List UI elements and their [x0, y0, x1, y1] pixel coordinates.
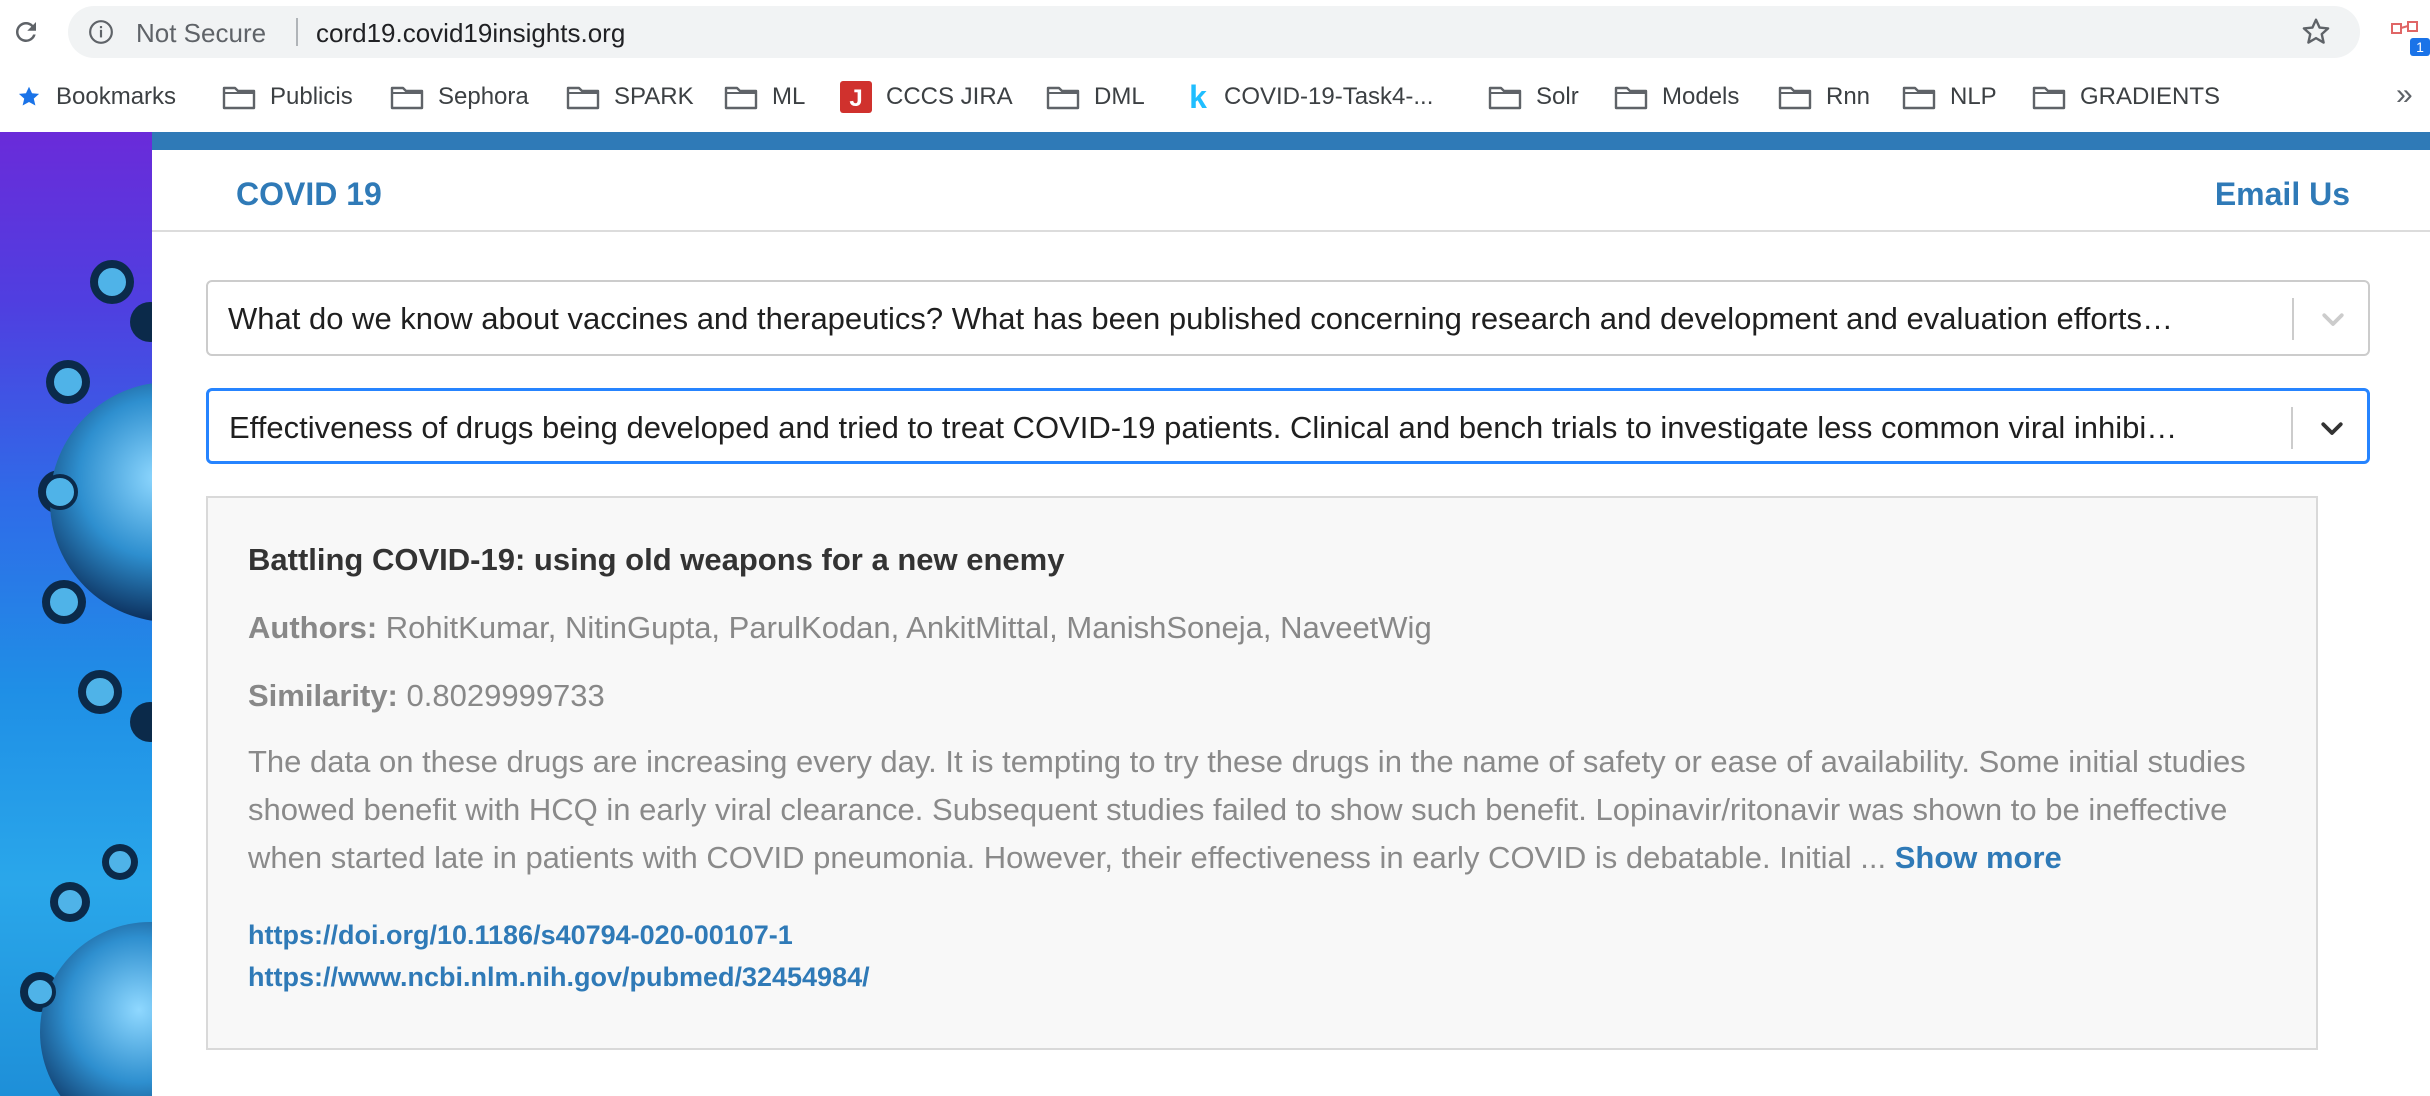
task-select[interactable]: What do we know about vaccines and thera… [206, 280, 2370, 356]
navbar: COVID 19 Email Us [152, 150, 2430, 232]
authors-label: Authors: [248, 610, 378, 645]
virus-background-image [0, 132, 152, 1096]
email-us-link[interactable]: Email Us [2215, 176, 2350, 213]
extension-icon[interactable]: 1 [2388, 14, 2430, 58]
result-card: Battling COVID-19: using old weapons for… [206, 496, 2318, 1050]
bookmark-label: CCCS JIRA [886, 83, 1013, 110]
folder-icon [566, 86, 600, 110]
subtask-select[interactable]: Effectiveness of drugs being developed a… [206, 388, 2370, 464]
folder-icon [222, 86, 256, 110]
bookmark-star-icon[interactable] [2300, 16, 2332, 48]
bookmark-label: Bookmarks [56, 83, 177, 110]
bookmark-bookmarks[interactable]: Bookmarks [16, 80, 176, 114]
doi-link[interactable]: https://doi.org/10.1186/s40794-020-00107… [248, 920, 793, 951]
bookmark-label: COVID-19-Task4-... [1224, 83, 1434, 110]
brand-link[interactable]: COVID 19 [236, 176, 382, 213]
show-more-link[interactable]: Show more [1895, 840, 2062, 875]
security-label: Not Secure [136, 18, 267, 48]
select-separator [2292, 298, 2294, 340]
chevron-down-icon[interactable] [2318, 304, 2348, 334]
bookmark-covid-task4[interactable]: k COVID-19-Task4-... [1186, 80, 1433, 114]
bookmark-models[interactable]: Models [1614, 80, 1739, 114]
reload-icon[interactable] [6, 12, 46, 52]
folder-icon [1046, 86, 1080, 110]
subtask-select-value: Effectiveness of drugs being developed a… [229, 410, 2178, 445]
address-separator [296, 18, 298, 46]
bookmark-label: DML [1094, 83, 1145, 110]
bookmark-label: GRADIENTS [2080, 83, 2221, 110]
similarity-value: 0.8029999733 [406, 678, 605, 713]
bookmark-ml[interactable]: ML [724, 80, 805, 114]
bookmark-cccs-jira[interactable]: J CCCS JIRA [840, 80, 1013, 114]
chevron-down-icon[interactable] [2317, 413, 2347, 443]
star-icon [18, 86, 40, 106]
svg-text:k: k [1189, 81, 1207, 113]
select-separator [2291, 407, 2293, 449]
jira-icon: J [840, 81, 872, 113]
browser-toolbar: Not Secure cord19.covid19insights.org 1 [0, 0, 2430, 66]
page-content: COVID 19 Email Us What do we know about … [152, 132, 2430, 1096]
folder-icon [1614, 86, 1648, 110]
folder-icon [724, 86, 758, 110]
bookmark-spark[interactable]: SPARK [566, 80, 694, 114]
svg-text:J: J [849, 85, 862, 112]
address-bar[interactable]: Not Secure cord19.covid19insights.org [68, 6, 2360, 58]
similarity-row: Similarity: 0.8029999733 [248, 678, 605, 714]
bookmark-publicis[interactable]: Publicis [222, 80, 353, 114]
folder-icon [2032, 86, 2066, 110]
bookmark-label: ML [772, 83, 806, 110]
bookmark-label: Sephora [438, 83, 529, 110]
bookmark-label: NLP [1950, 83, 1997, 110]
bookmark-dml[interactable]: DML [1046, 80, 1145, 114]
folder-icon [1778, 86, 1812, 110]
bookmark-label: Rnn [1826, 83, 1871, 110]
folder-icon [390, 86, 424, 110]
bookmark-label: Models [1662, 83, 1740, 110]
bookmark-sephora[interactable]: Sephora [390, 80, 529, 114]
top-accent-bar [152, 132, 2430, 150]
similarity-label: Similarity: [248, 678, 398, 713]
abstract-text: The data on these drugs are increasing e… [248, 738, 2288, 882]
bookmark-solr[interactable]: Solr [1488, 80, 1579, 114]
bookmark-label: Solr [1536, 83, 1579, 110]
pubmed-link[interactable]: https://www.ncbi.nlm.nih.gov/pubmed/3245… [248, 962, 870, 993]
bookmark-label: Publicis [270, 83, 353, 110]
bookmark-nlp[interactable]: NLP [1902, 80, 1997, 114]
bookmark-label: SPARK [614, 83, 694, 110]
bookmark-gradients[interactable]: GRADIENTS [2032, 80, 2220, 114]
more-bookmarks-button[interactable]: » [2396, 78, 2413, 112]
extension-badge: 1 [2416, 39, 2424, 55]
url-text[interactable]: cord19.covid19insights.org [316, 18, 625, 49]
kaggle-icon: k [1189, 81, 1207, 113]
result-title: Battling COVID-19: using old weapons for… [248, 542, 1065, 577]
bookmarks-bar: Bookmarks Publicis Sephora SPARK ML J CC… [0, 66, 2430, 132]
authors-row: Authors: RohitKumar, NitinGupta, ParulKo… [248, 610, 1432, 646]
bookmark-rnn[interactable]: Rnn [1778, 80, 1870, 114]
authors-value: RohitKumar, NitinGupta, ParulKodan, Anki… [385, 610, 1432, 645]
task-select-value: What do we know about vaccines and thera… [228, 301, 2174, 336]
info-icon[interactable] [88, 19, 114, 45]
folder-icon [1488, 86, 1522, 110]
folder-icon [1902, 86, 1936, 110]
